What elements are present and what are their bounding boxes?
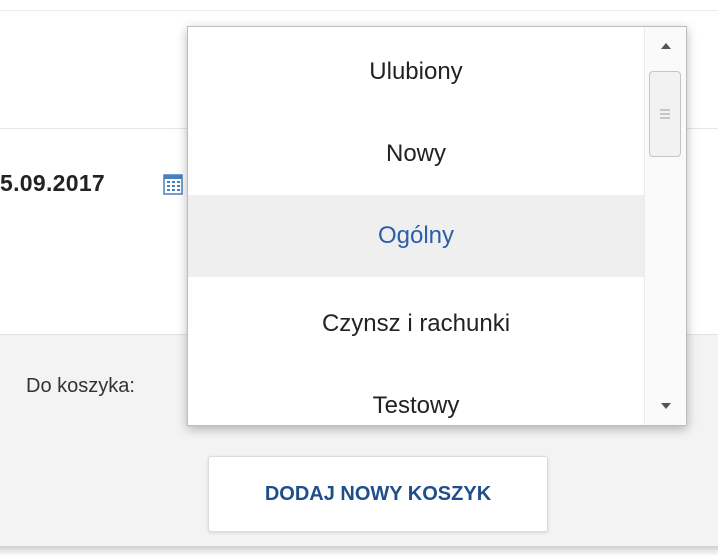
- dropdown-option-testowy[interactable]: Testowy: [188, 365, 644, 425]
- add-new-cart-button[interactable]: DODAJ NOWY KOSZYK: [208, 456, 548, 532]
- scroll-thumb[interactable]: [649, 71, 681, 157]
- scroll-down-arrow-icon: [661, 403, 671, 409]
- panel-bottom-shadow: [0, 546, 718, 556]
- dropdown-options: Ulubiony Nowy Ogólny Czynsz i rachunki T…: [188, 27, 644, 425]
- scroll-up-button[interactable]: [645, 27, 686, 65]
- panel-top-border: [0, 10, 718, 11]
- cart-label: Do koszyka:: [26, 375, 135, 397]
- calendar-icon[interactable]: [162, 172, 184, 196]
- scroll-up-arrow-icon: [661, 43, 671, 49]
- cart-dropdown-list[interactable]: Ulubiony Nowy Ogólny Czynsz i rachunki T…: [187, 26, 687, 426]
- dropdown-option-ulubiony[interactable]: Ulubiony: [188, 31, 644, 113]
- dropdown-option-nowy[interactable]: Nowy: [188, 113, 644, 195]
- scroll-down-button[interactable]: [645, 387, 686, 425]
- dropdown-option-czynsz-i-rachunki[interactable]: Czynsz i rachunki: [188, 283, 644, 365]
- date-value: 5.09.2017: [0, 170, 106, 196]
- scroll-grip-icon: [660, 109, 670, 119]
- dropdown-option-ogolny[interactable]: Ogólny: [188, 195, 644, 277]
- dropdown-scrollbar[interactable]: [644, 27, 686, 425]
